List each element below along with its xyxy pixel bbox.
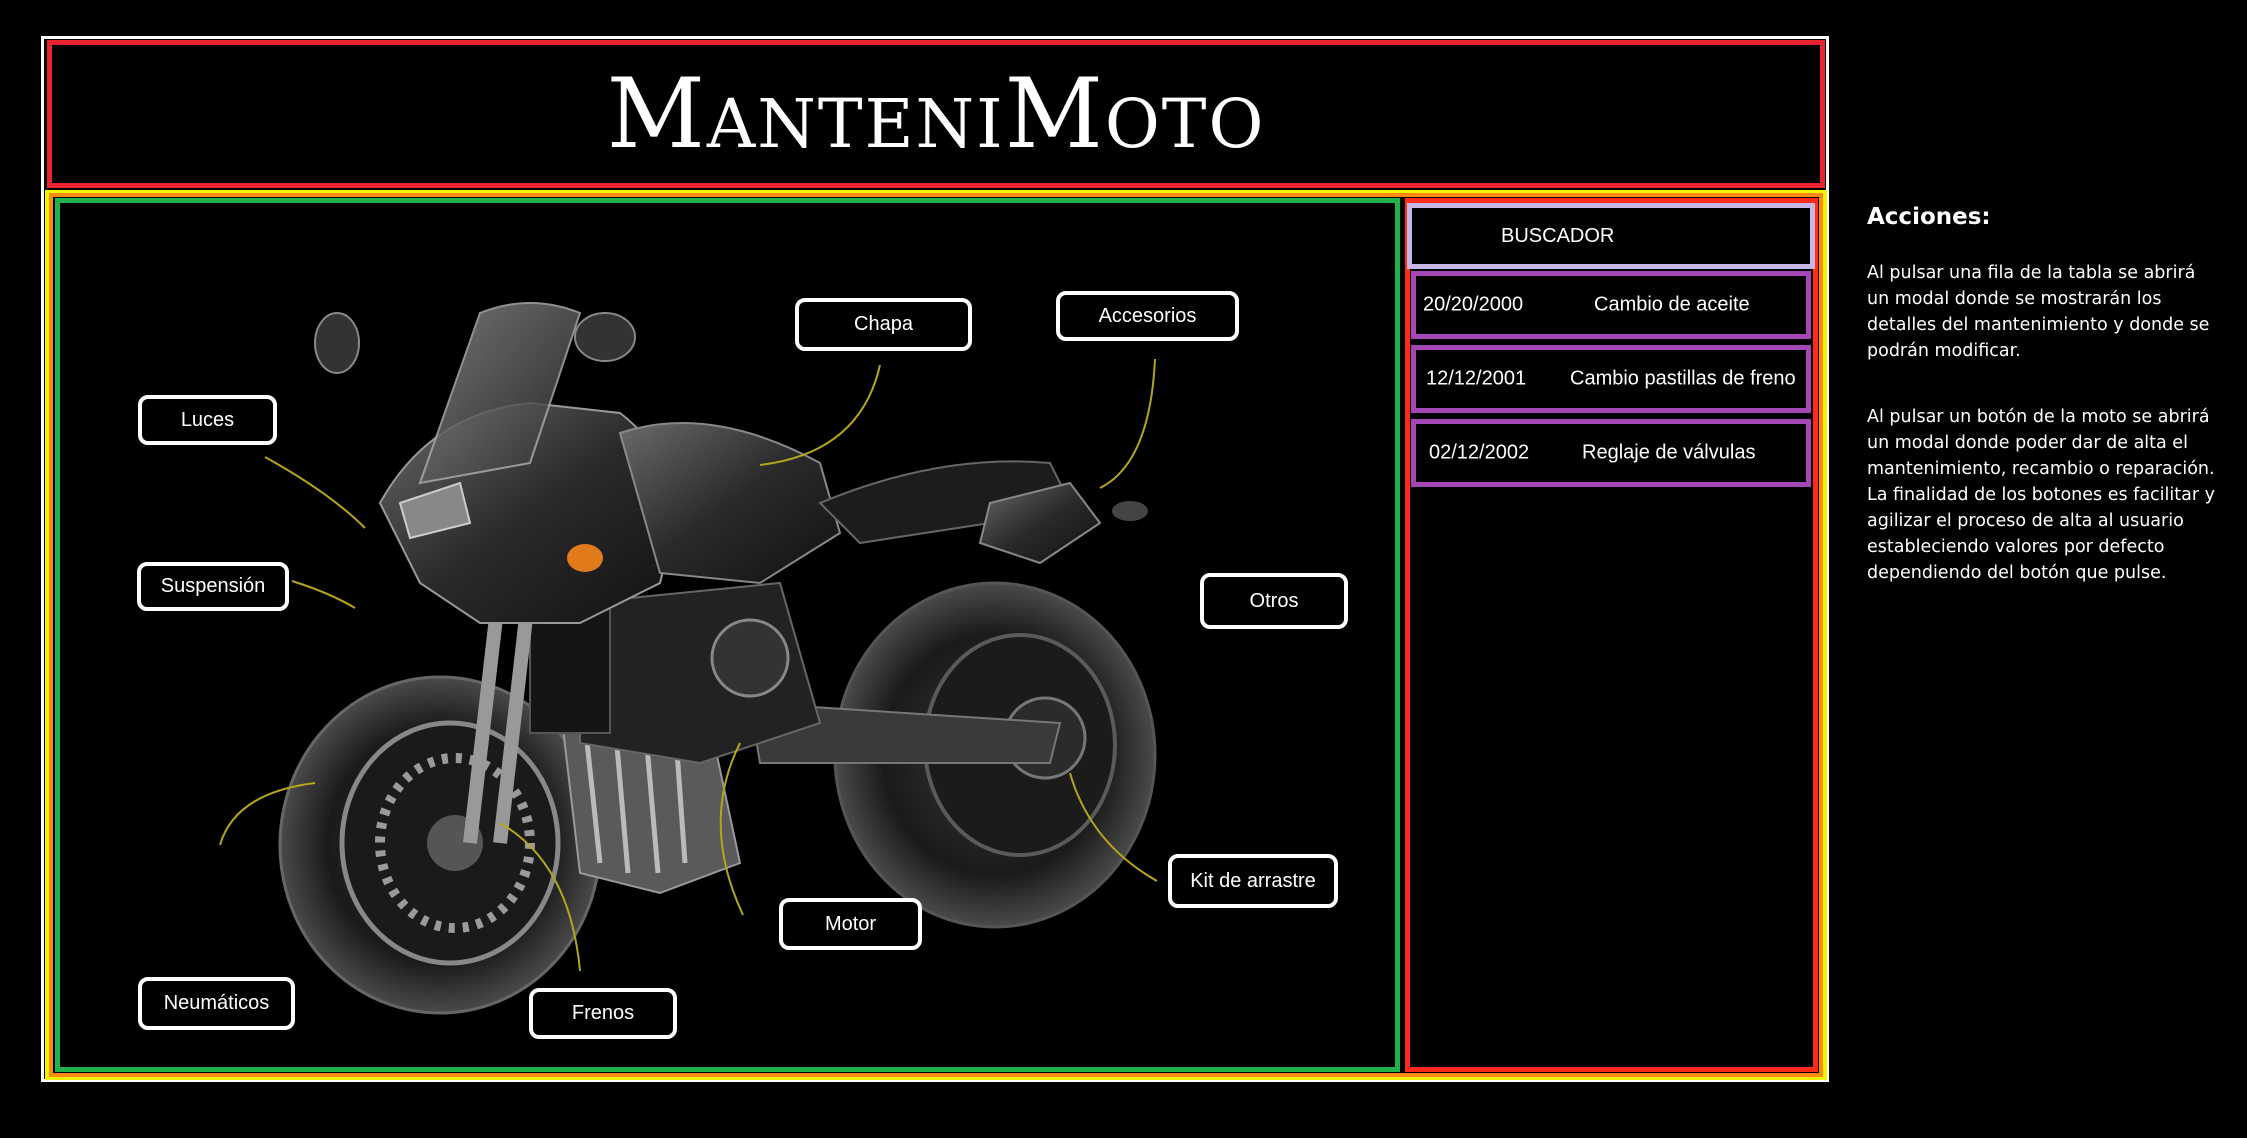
notes-paragraph: Al pulsar un botón de la moto se abrirá …	[1867, 407, 2215, 583]
notes-heading: Acciones:	[1867, 204, 1991, 230]
row-date: 02/12/2002	[1429, 441, 1530, 464]
chapa-button[interactable]: Chapa	[795, 298, 972, 351]
table-row[interactable]: 02/12/2002 Reglaje de válvulas	[1411, 419, 1811, 487]
motor-button[interactable]: Motor	[779, 898, 922, 950]
row-description: Reglaje de válvulas	[1582, 441, 1756, 464]
search-label: BUSCADOR	[1501, 224, 1615, 247]
notes-paragraph: Al pulsar una fila de la tabla se abrirá…	[1867, 263, 2210, 361]
row-date: 12/12/2001	[1426, 367, 1527, 390]
neumaticos-button[interactable]: Neumáticos	[138, 977, 295, 1030]
row-description: Cambio de aceite	[1594, 293, 1750, 316]
app-header: ManteniMoto	[47, 40, 1825, 188]
search-input[interactable]: BUSCADOR	[1407, 203, 1815, 269]
kit-arrastre-button[interactable]: Kit de arrastre	[1168, 854, 1338, 908]
row-date: 20/20/2000	[1423, 293, 1524, 316]
otros-button[interactable]: Otros	[1200, 573, 1348, 629]
row-description: Cambio pastillas de freno	[1570, 367, 1796, 390]
frenos-button[interactable]: Frenos	[529, 988, 677, 1039]
actions-notes: Acciones: Al pulsar una fila de la tabla…	[1867, 204, 2217, 626]
table-row[interactable]: 20/20/2000 Cambio de aceite	[1411, 271, 1811, 339]
app-title: ManteniMoto	[606, 58, 1266, 170]
luces-button[interactable]: Luces	[138, 395, 277, 445]
table-row[interactable]: 12/12/2001 Cambio pastillas de freno	[1411, 345, 1811, 413]
accesorios-button[interactable]: Accesorios	[1056, 291, 1239, 341]
suspension-button[interactable]: Suspensión	[137, 562, 289, 611]
turn-signal	[567, 544, 603, 572]
